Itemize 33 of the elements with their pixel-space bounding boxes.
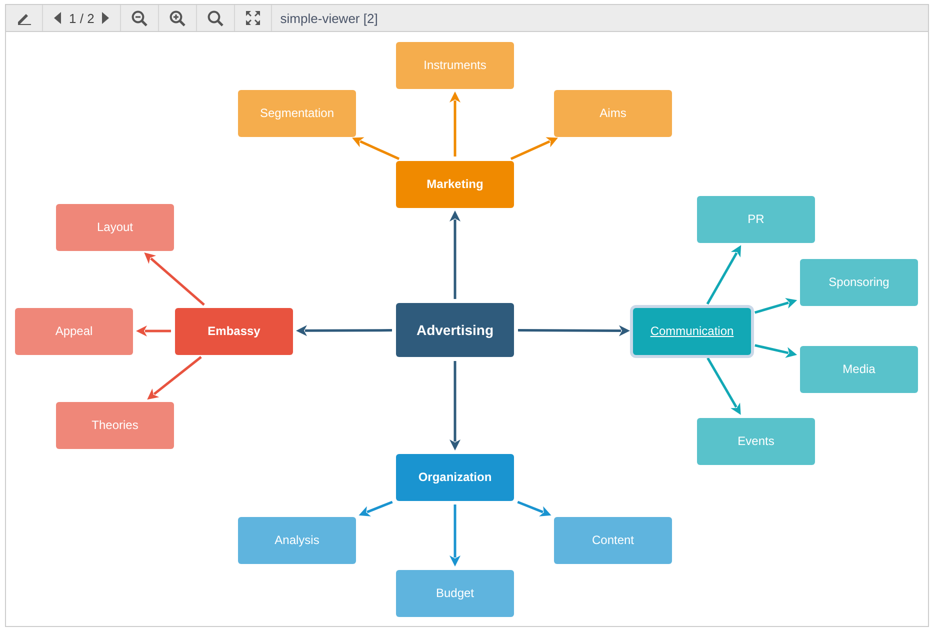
connector-arrow [450,92,460,156]
connector-arrow [754,298,798,314]
branch-node[interactable]: Embassy [175,308,293,354]
connector-arrow [144,252,205,306]
topic-node[interactable]: Media [800,346,918,392]
branch-node[interactable]: Organization [396,454,514,500]
topic-node[interactable]: Budget [396,570,514,616]
topic-node[interactable]: Instruments [396,42,514,88]
branch-node[interactable]: Communication [633,308,751,354]
topic-node[interactable]: Analysis [238,516,356,564]
connector-arrow [706,245,742,305]
connector-arrow [706,357,741,415]
document-title: simple-viewer [2] [279,10,379,26]
topic-node[interactable]: Events [697,418,815,464]
connector-arrow [352,137,400,160]
page-indicator: 1 / 2 [68,10,96,26]
branch-node[interactable]: Marketing [396,160,514,208]
topic-node[interactable]: Aims [554,90,672,136]
topic-node[interactable]: Sponsoring [800,258,918,306]
topic-node[interactable]: Layout [56,204,174,250]
connector-arrow [450,504,460,566]
topic-node[interactable]: PR [697,196,815,242]
topic-node[interactable]: Content [554,516,672,564]
connector-arrow [510,137,558,160]
topic-node[interactable]: Segmentation [238,90,356,136]
connector-arrow [147,356,202,400]
topic-node[interactable]: Theories [56,402,174,448]
connector-arrow [358,500,393,516]
root-node[interactable]: Advertising [396,303,514,357]
connector-arrow [136,326,171,336]
connector-arrow [754,344,798,358]
topic-node[interactable]: Appeal [15,308,133,354]
connector-arrow [517,500,552,516]
